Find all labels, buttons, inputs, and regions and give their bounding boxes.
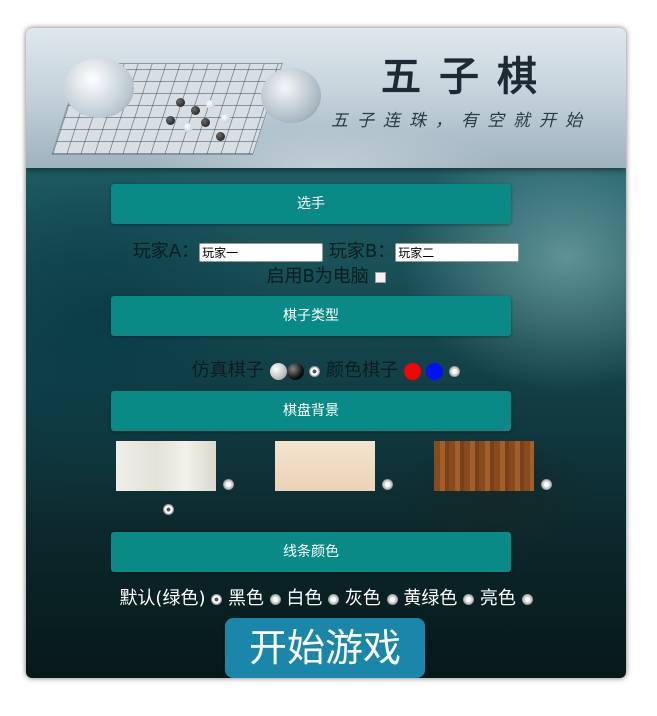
board-bg-painting-thumbnail[interactable] [275,441,375,491]
white-stone-icon [206,100,215,109]
line-color-white-radio[interactable] [328,593,340,605]
black-piece-icon [286,362,304,380]
player-a-label: 玩家A： [132,241,200,262]
line-color-yellowgreen-radio[interactable] [463,593,475,605]
piece-type-row: 仿真棋子 颜色棋子 [26,356,626,382]
section-players: 选手 [111,184,511,224]
black-stone-icon [201,118,210,127]
board-bg-paper-thumbnail[interactable] [116,441,216,491]
players-row: 玩家A： 玩家B： [26,237,626,263]
stone-bowl-icon [261,68,321,123]
color-piece-label: 颜色棋子 [326,360,398,381]
realistic-piece-label: 仿真棋子 [191,360,264,381]
black-stone-icon [216,132,225,141]
white-piece-icon [269,362,287,380]
computer-label: 启用B为电脑 [266,266,369,287]
black-stone-icon [176,98,185,107]
line-color-row: 默认(绿色) 黑色 白色 灰色 黄绿色 亮色 [26,584,626,610]
line-color-bright-label: 亮色 [479,588,516,609]
line-color-white-label: 白色 [286,588,323,609]
computer-checkbox[interactable] [374,271,386,283]
section-piece-type: 棋子类型 [111,296,511,336]
start-game-button[interactable]: 开始游戏 [225,618,425,678]
board-bg-radio-2[interactable] [382,479,393,490]
white-stone-icon [184,123,193,132]
line-color-gray-label: 灰色 [344,588,381,609]
banner-subtitle: 五子连珠，有空就开始 [331,111,591,131]
line-color-black-radio[interactable] [269,593,281,605]
computer-row: 启用B为电脑 [26,262,626,288]
red-piece-icon [403,362,421,380]
section-board-background: 棋盘背景 [111,391,511,431]
black-stone-icon [191,106,200,115]
color-piece-radio[interactable] [449,365,461,377]
line-color-default-radio[interactable] [211,593,223,605]
header-banner: 五子棋 五子连珠，有空就开始 [26,28,626,168]
game-setup-panel: 五子棋 五子连珠，有空就开始 选手 玩家A： 玩家B： 启用B为电脑 棋子类型 … [26,28,626,678]
white-stone-icon [221,114,230,123]
line-color-default-label: 默认(绿色) [119,588,206,609]
banner-title: 五子棋 [381,53,555,100]
player-a-input[interactable] [199,242,324,262]
line-color-bright-radio[interactable] [521,593,533,605]
board-bg-radio-3[interactable] [541,479,552,490]
section-line-color: 线条颜色 [111,532,511,572]
board-bg-radio-default[interactable] [163,504,174,515]
board-bg-wood-thumbnail[interactable] [434,441,534,491]
black-stone-icon [166,116,175,125]
stone-bowl-icon [64,58,134,118]
realistic-piece-radio[interactable] [309,365,321,377]
line-color-yellowgreen-label: 黄绿色 [403,588,458,609]
player-b-input[interactable] [395,242,520,262]
blue-piece-icon [426,362,444,380]
board-bg-radio-1[interactable] [223,479,234,490]
line-color-black-label: 黑色 [227,588,264,609]
player-b-label: 玩家B： [328,241,396,262]
line-color-gray-radio[interactable] [386,593,398,605]
